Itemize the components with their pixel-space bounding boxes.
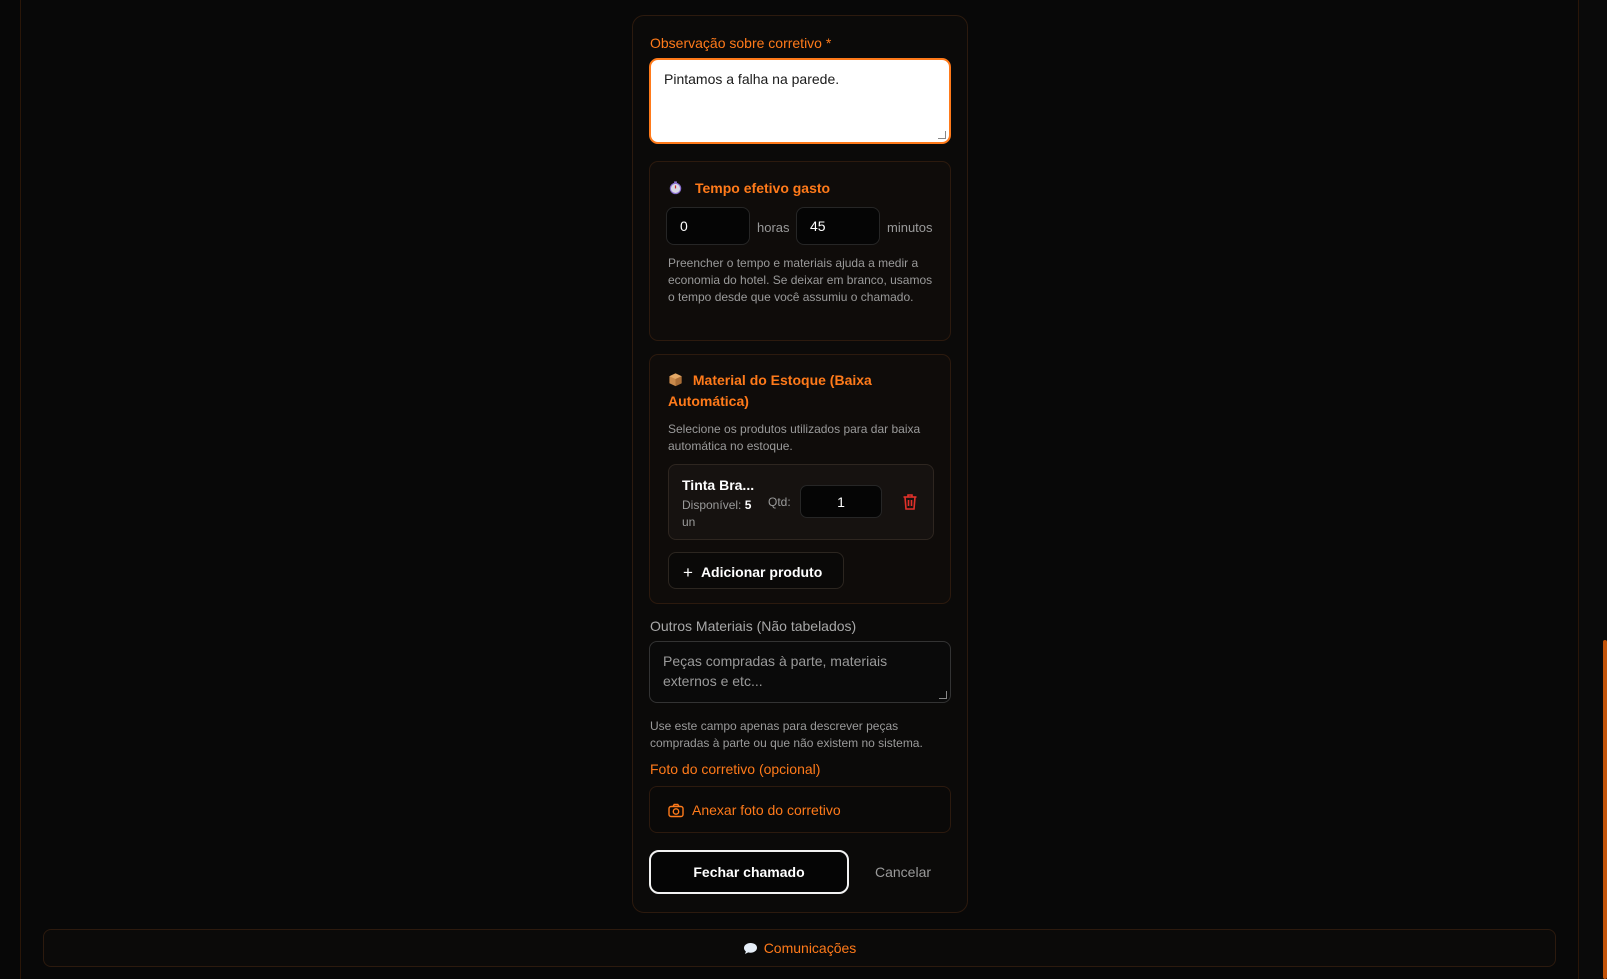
- time-spent-section: Tempo efetivo gasto 0 horas 45 minutos P…: [649, 161, 951, 341]
- minutes-input[interactable]: 45: [796, 207, 880, 245]
- scrollbar-track[interactable]: [1579, 0, 1607, 979]
- add-product-button[interactable]: + Adicionar produto: [668, 552, 844, 589]
- resize-handle-icon[interactable]: [938, 131, 946, 139]
- other-materials-textarea[interactable]: Peças compradas à parte, materiais exter…: [649, 641, 951, 703]
- communications-label: Comunicações: [763, 940, 857, 956]
- attach-photo-button[interactable]: Anexar foto do corretivo: [649, 786, 951, 833]
- stock-help-text: Selecione os produtos utilizados para da…: [668, 422, 921, 453]
- observation-textarea[interactable]: Pintamos a falha na parede.: [649, 58, 951, 144]
- product-name: Tinta Bra...: [682, 477, 755, 493]
- time-help-text: Preencher o tempo e materiais ajuda a me…: [668, 256, 933, 304]
- time-section-title: Tempo efetivo gasto: [695, 180, 831, 196]
- product-availability: Disponível: 5 un: [682, 498, 752, 529]
- product-item: Tinta Bra... Disponível: 5 un Qtd: 1: [668, 464, 934, 540]
- other-materials-placeholder: Peças compradas à parte, materiais exter…: [663, 653, 888, 689]
- qty-input[interactable]: 1: [800, 485, 882, 518]
- hours-unit: horas: [757, 220, 790, 235]
- stopwatch-icon: [668, 178, 689, 199]
- cancel-button[interactable]: Cancelar: [875, 864, 931, 880]
- minutes-unit: minutos: [887, 220, 933, 235]
- trash-icon[interactable]: [902, 493, 918, 511]
- photo-label: Foto do corretivo (opcional): [650, 761, 821, 777]
- resize-handle-icon[interactable]: [939, 691, 947, 699]
- package-icon: [668, 372, 693, 388]
- close-ticket-button[interactable]: Fechar chamado: [649, 850, 849, 894]
- qty-label: Qtd:: [768, 495, 791, 509]
- stock-material-section: Material do Estoque (Baixa Automática) S…: [649, 354, 951, 604]
- scrollbar-thumb[interactable]: [1603, 640, 1607, 979]
- camera-icon: [668, 803, 684, 818]
- speech-bubble-icon: [743, 943, 757, 954]
- close-ticket-form: Observação sobre corretivo * Pintamos a …: [632, 15, 968, 913]
- plus-icon: +: [683, 563, 693, 582]
- observation-label: Observação sobre corretivo *: [650, 35, 832, 51]
- stock-section-title: Material do Estoque (Baixa Automática): [668, 372, 872, 409]
- available-quantity: 5: [744, 498, 752, 512]
- communications-bar[interactable]: Comunicações: [43, 929, 1556, 967]
- hours-input[interactable]: 0: [666, 207, 750, 245]
- observation-value: Pintamos a falha na parede.: [664, 71, 840, 87]
- other-materials-help: Use este campo apenas para descrever peç…: [650, 719, 923, 750]
- other-materials-label: Outros Materiais (Não tabelados): [650, 618, 857, 634]
